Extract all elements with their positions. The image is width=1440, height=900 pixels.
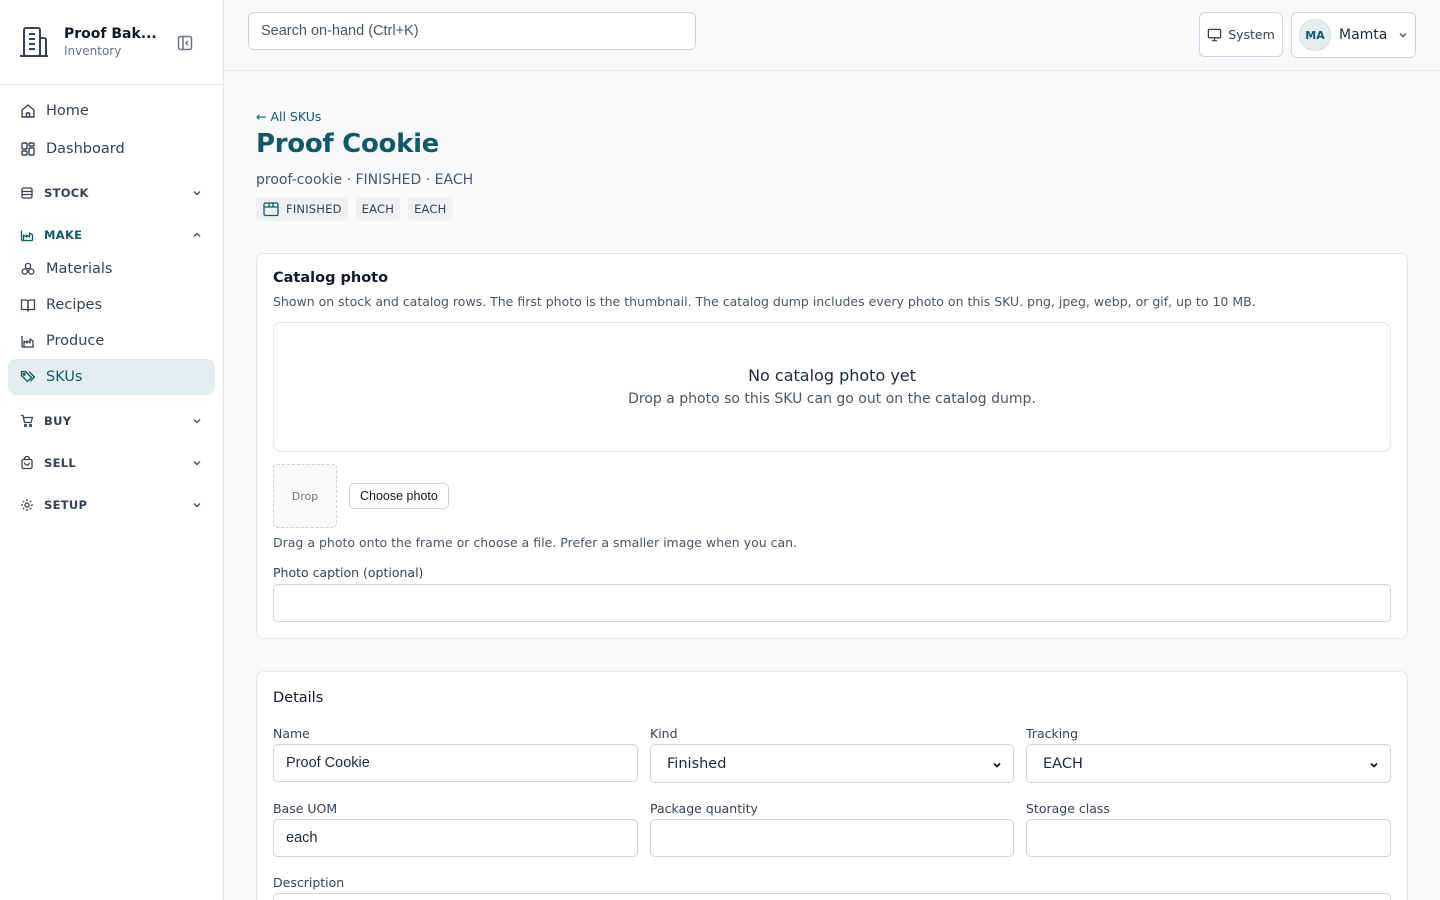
brand-subtitle: Inventory [64, 44, 122, 58]
sidebar-item-label: Home [46, 103, 89, 119]
home-icon [21, 104, 35, 118]
back-to-skus-link[interactable]: ← All SKUs [256, 109, 321, 124]
book-icon [20, 299, 36, 312]
sidebar-item-label: SKUs [46, 369, 83, 385]
theme-label: System [1228, 27, 1275, 42]
chevron-down-icon [1399, 32, 1407, 38]
section-label: MAKE [44, 228, 83, 242]
sidebar-collapse-icon[interactable] [176, 34, 194, 52]
sku-meta: proof-cookie · FINISHED · EACH [256, 172, 474, 188]
base-uom-input[interactable] [273, 819, 638, 857]
photo-caption-input[interactable] [273, 584, 1391, 622]
sidebar-item-home[interactable]: Home [8, 93, 215, 129]
user-name: Mamta [1339, 27, 1388, 43]
sidebar-item-label: Materials [46, 261, 113, 277]
empty-state-subtitle: Drop a photo so this SKU can go out on t… [628, 391, 1036, 407]
sidebar-item-skus[interactable]: SKUs [8, 359, 215, 395]
chevron-down-icon [193, 460, 201, 466]
search-input[interactable] [248, 12, 696, 50]
empty-state-title: No catalog photo yet [748, 366, 916, 385]
sidebar-section-make[interactable]: MAKE [8, 220, 215, 250]
kind-badge: FINISHED [256, 197, 348, 221]
building-icon [20, 27, 48, 57]
factory-icon [21, 336, 34, 348]
section-label: BUY [44, 414, 72, 428]
sidebar-item-dashboard[interactable]: Dashboard [8, 131, 215, 167]
factory-icon [20, 230, 34, 242]
top-bar: System MA Mamta [224, 0, 1440, 71]
chevron-down-icon [193, 418, 201, 424]
sidebar-item-produce[interactable]: Produce [8, 323, 215, 359]
kind-selected-value: Finished [667, 755, 727, 772]
name-input[interactable] [273, 744, 638, 782]
kind-select[interactable]: Finished [650, 744, 1014, 783]
section-label: SETUP [44, 498, 88, 512]
sidebar-section-stock[interactable]: STOCK [8, 178, 215, 208]
catalog-photo-card: Catalog photo Shown on stock and catalog… [256, 253, 1408, 639]
package-quantity-input[interactable] [650, 819, 1014, 857]
details-card: Details Name Kind Finished Tracking EACH… [256, 671, 1408, 900]
shopping-bag-icon [21, 456, 33, 470]
tracking-select[interactable]: EACH [1026, 744, 1391, 783]
cart-icon [21, 414, 34, 428]
chevron-down-icon [193, 502, 201, 508]
user-menu-button[interactable]: MA Mamta [1291, 12, 1416, 58]
brand-header: Proof Bak... Inventory [0, 0, 223, 85]
description-label: Description [273, 875, 345, 890]
section-label: SELL [44, 456, 76, 470]
chevron-down-icon [993, 762, 1001, 768]
sidebar-item-label: Recipes [46, 297, 103, 313]
badge-label: FINISHED [286, 202, 342, 216]
caption-label: Photo caption (optional) [273, 565, 424, 580]
page-title: Proof Cookie [256, 129, 440, 159]
storage-class-label: Storage class [1026, 801, 1110, 816]
boxes-icon [21, 262, 35, 275]
sidebar-section-setup[interactable]: SETUP [8, 490, 215, 520]
uom-badge: EACH [408, 197, 453, 221]
tags-icon [20, 370, 36, 383]
name-label: Name [273, 726, 310, 741]
description-textarea[interactable] [273, 893, 1391, 900]
chevron-up-icon [193, 232, 201, 238]
card-title: Details [273, 690, 324, 706]
monitor-icon [1207, 28, 1222, 42]
photo-empty-state: No catalog photo yet Drop a photo so thi… [273, 322, 1391, 452]
theme-system-button[interactable]: System [1199, 12, 1283, 57]
avatar: MA [1299, 19, 1331, 51]
storage-class-input[interactable] [1026, 819, 1391, 857]
sidebar-item-materials[interactable]: Materials [8, 251, 215, 287]
base-uom-label: Base UOM [273, 801, 338, 816]
sidebar-item-recipes[interactable]: Recipes [8, 287, 215, 323]
chevron-down-icon [1370, 762, 1378, 768]
sku-badges: FINISHED EACH EACH [256, 197, 453, 221]
card-title: Catalog photo [273, 270, 389, 286]
dashboard-icon [21, 142, 35, 156]
package-icon [263, 202, 279, 217]
section-label: STOCK [44, 186, 89, 200]
sidebar-item-label: Dashboard [46, 141, 125, 157]
gear-icon [21, 499, 33, 511]
tracking-selected-value: EACH [1043, 755, 1083, 772]
sidebar-item-label: Produce [46, 333, 105, 349]
photo-drop-zone[interactable]: Drop [273, 464, 337, 528]
choose-photo-button[interactable]: Choose photo [349, 483, 449, 509]
card-description: Shown on stock and catalog rows. The fir… [273, 294, 1256, 309]
photo-hint: Drag a photo onto the frame or choose a … [273, 535, 798, 550]
sidebar-section-sell[interactable]: SELL [8, 448, 215, 478]
sidebar-section-buy[interactable]: BUY [8, 406, 215, 436]
tracking-badge: EACH [355, 197, 401, 221]
database-icon [21, 187, 33, 199]
chevron-down-icon [193, 190, 201, 196]
tracking-label: Tracking [1026, 726, 1079, 741]
package-quantity-label: Package quantity [650, 801, 758, 816]
sidebar: Proof Bak... Inventory Home Dashboard ST… [0, 0, 224, 900]
brand-name: Proof Bak... [64, 26, 157, 42]
kind-label: Kind [650, 726, 678, 741]
